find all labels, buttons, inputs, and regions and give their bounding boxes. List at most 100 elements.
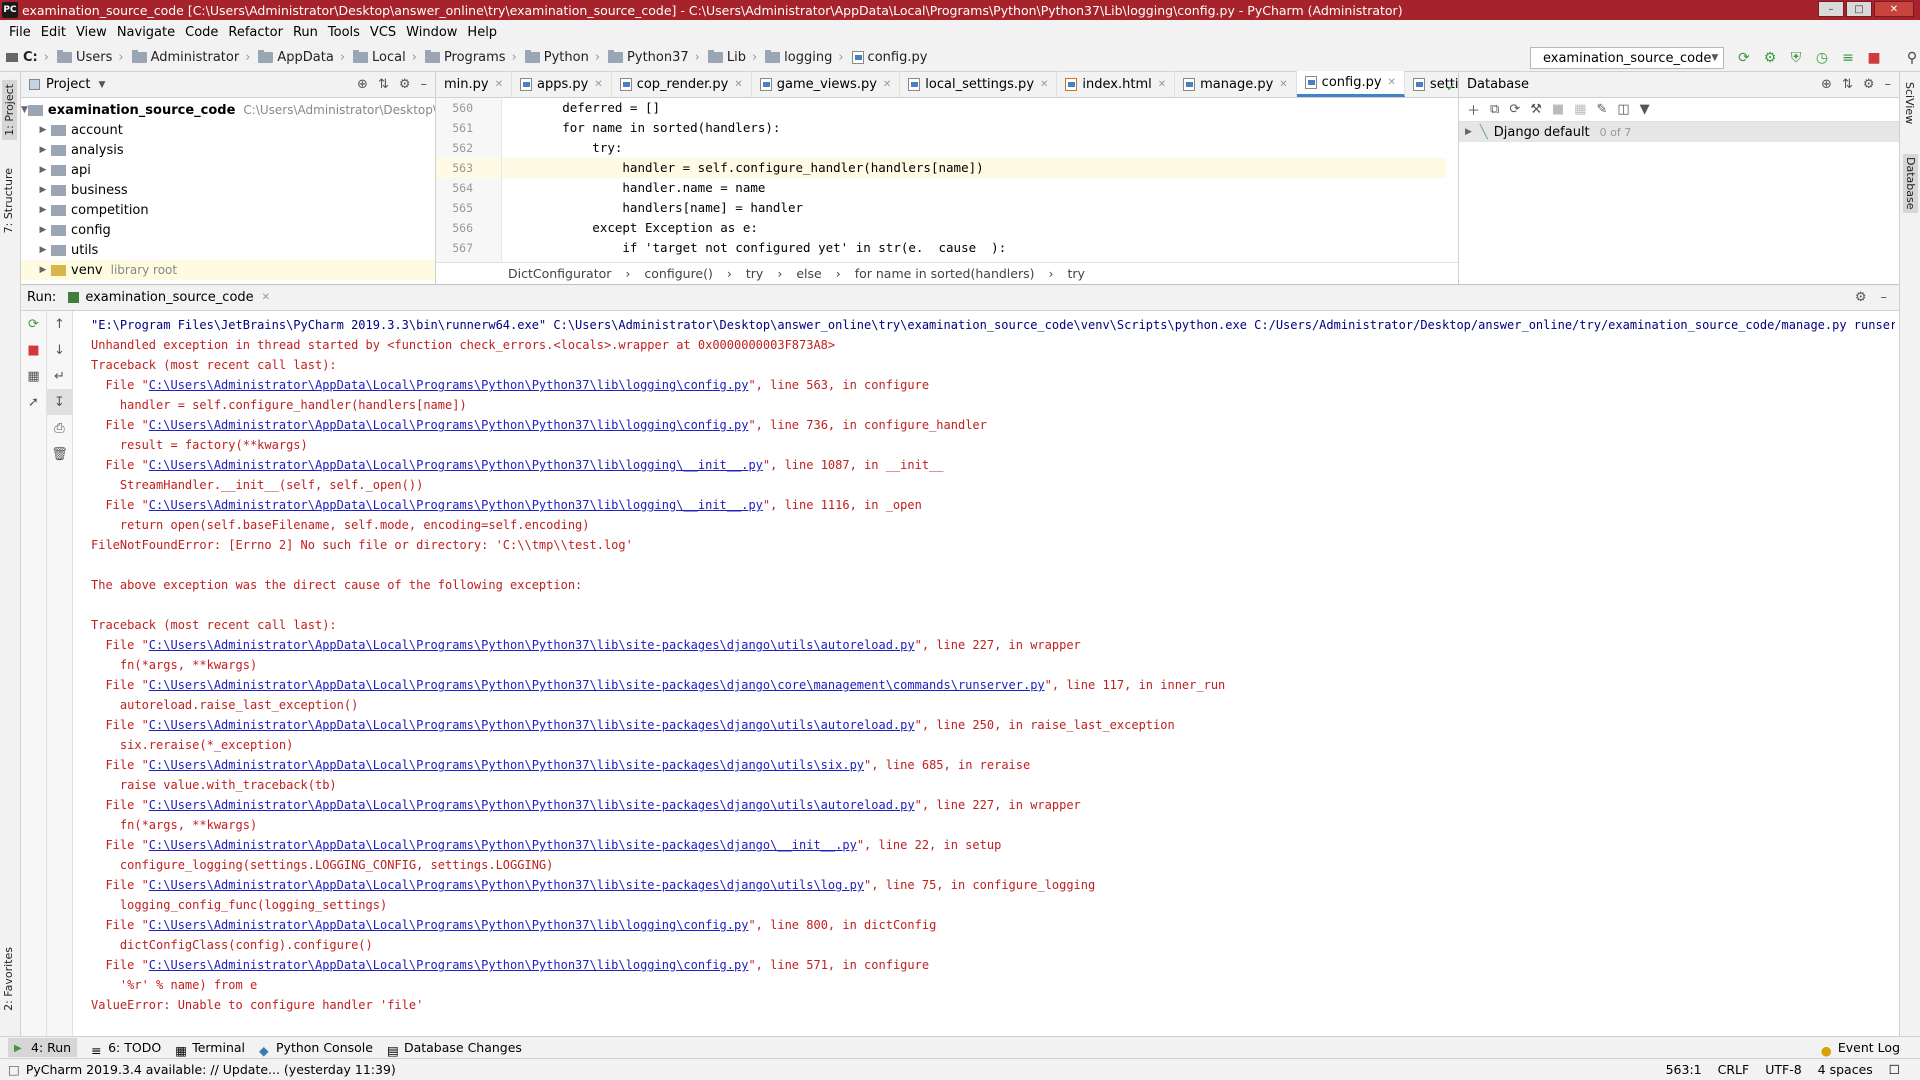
tab-local-settings-py[interactable]: local_settings.py ✕	[900, 71, 1058, 97]
file-link[interactable]: C:\Users\Administrator\AppData\Local\Pro…	[149, 878, 864, 892]
locate-icon[interactable]: ⊕	[357, 77, 368, 92]
tool-tab-run[interactable]: ▶ 4: Run	[8, 1038, 78, 1057]
tree-item-analysis[interactable]: ▶ analysis	[21, 140, 435, 160]
tree-root[interactable]: ▼ examination_source_code C:\Users\Adminis…	[21, 100, 435, 120]
close-icon[interactable]: ✕	[1279, 79, 1287, 90]
tool-tab-database[interactable]: Database	[1903, 154, 1918, 213]
editor-crumb[interactable]: for name in sorted(handlers)	[855, 266, 1035, 281]
filter-icon[interactable]: ▼	[1640, 102, 1650, 117]
run-tab[interactable]: examination_source_code ✕	[68, 290, 270, 305]
search-icon[interactable]: ⚲	[1902, 48, 1920, 68]
menu-run[interactable]: Run	[288, 25, 323, 40]
tab-game-views-py[interactable]: game_views.py ✕	[752, 71, 901, 97]
status-message[interactable]: □ PyCharm 2019.3.4 available: // Update.…	[8, 1062, 396, 1077]
copy-icon[interactable]: ⧉	[1490, 102, 1499, 117]
close-icon[interactable]: ✕	[594, 79, 602, 90]
menu-file[interactable]: File	[4, 25, 36, 40]
add-icon[interactable]: ＋	[1467, 100, 1480, 119]
menu-refactor[interactable]: Refactor	[223, 25, 288, 40]
run-configuration-select[interactable]: examination_source_code ▼	[1530, 47, 1724, 69]
tab-manage-py[interactable]: manage.py ✕	[1175, 71, 1297, 97]
project-view-select[interactable]: Project ▼	[29, 77, 105, 92]
menu-tools[interactable]: Tools	[323, 25, 365, 40]
hide-icon[interactable]: –	[421, 77, 428, 92]
editor-crumb[interactable]: DictConfigurator	[508, 266, 611, 281]
tool-tab-favorites[interactable]: 2: Favorites	[2, 947, 15, 1011]
tool-tab-database-changes[interactable]: ▤ Database Changes	[387, 1040, 522, 1058]
crumb-appdata[interactable]: AppData ›	[258, 50, 345, 65]
crumb-python37[interactable]: Python37 ›	[608, 50, 700, 65]
gear-icon[interactable]: ⚙	[1855, 290, 1867, 305]
file-link[interactable]: C:\Users\Administrator\AppData\Local\Pro…	[149, 458, 763, 472]
tool-tab-sciview[interactable]: SciView	[1903, 82, 1916, 124]
file-link[interactable]: C:\Users\Administrator\AppData\Local\Pro…	[149, 418, 749, 432]
up-arrow-icon[interactable]: ↑	[47, 311, 72, 337]
file-link[interactable]: C:\Users\Administrator\AppData\Local\Pro…	[149, 838, 857, 852]
debug-icon[interactable]: ⚙	[1760, 48, 1780, 68]
maximize-button[interactable]: □	[1846, 1, 1872, 17]
crumb-logging[interactable]: logging ›	[765, 50, 844, 65]
tree-item-account[interactable]: ▶ account	[21, 120, 435, 140]
file-link[interactable]: C:\Users\Administrator\AppData\Local\Pro…	[149, 958, 749, 972]
stop-icon[interactable]: ■	[1864, 48, 1884, 68]
close-icon[interactable]: ✕	[495, 79, 503, 90]
gear-icon[interactable]: ⚙	[1863, 77, 1875, 92]
down-arrow-icon[interactable]: ↓	[47, 337, 72, 363]
run-concurrency-icon[interactable]: ≡	[1838, 48, 1858, 68]
code-area[interactable]: deferred = [] for name in sorted(handler…	[502, 98, 1446, 262]
crumb-python[interactable]: Python ›	[524, 50, 600, 65]
tab-cop-render-py[interactable]: cop_render.py ✕	[612, 71, 752, 97]
crumb-drive[interactable]: C: ›	[6, 50, 49, 65]
stop-icon[interactable]: ■	[21, 337, 46, 363]
menu-window[interactable]: Window	[401, 25, 462, 40]
hide-icon[interactable]: –	[1885, 77, 1892, 92]
tab-config-py[interactable]: config.py ✕	[1296, 71, 1405, 97]
file-link[interactable]: C:\Users\Administrator\AppData\Local\Pro…	[149, 918, 749, 932]
caret-position[interactable]: 563:1	[1666, 1062, 1702, 1077]
sync-icon[interactable]: ⚒	[1530, 102, 1542, 117]
tree-item-business[interactable]: ▶ business	[21, 180, 435, 200]
menu-navigate[interactable]: Navigate	[112, 25, 180, 40]
minimize-button[interactable]: –	[1818, 1, 1844, 17]
file-link[interactable]: C:\Users\Administrator\AppData\Local\Pro…	[149, 718, 915, 732]
tab-index-html[interactable]: index.html ✕	[1057, 71, 1176, 97]
gear-icon[interactable]: ⚙	[399, 77, 411, 92]
database-item-django-default[interactable]: ▶ ╲ Django default 0 of 7	[1459, 122, 1899, 142]
close-icon[interactable]: ✕	[1158, 79, 1166, 90]
close-button[interactable]: ✕	[1874, 1, 1914, 17]
close-icon[interactable]: ✕	[1388, 77, 1396, 88]
crumb-administrator[interactable]: Administrator ›	[131, 50, 250, 65]
locate-icon[interactable]: ⊕	[1821, 77, 1832, 92]
close-icon[interactable]: ✕	[883, 79, 891, 90]
crumb-programs[interactable]: Programs ›	[424, 50, 517, 65]
tab-apps-py[interactable]: apps.py ✕	[512, 71, 612, 97]
file-link[interactable]: C:\Users\Administrator\AppData\Local\Pro…	[149, 498, 763, 512]
crumb-users[interactable]: Users ›	[56, 50, 124, 65]
file-link[interactable]: C:\Users\Administrator\AppData\Local\Pro…	[149, 678, 1045, 692]
tool-tab-todo[interactable]: ≡ 6: TODO	[91, 1040, 161, 1058]
event-log-button[interactable]: ● Event Log	[1821, 1040, 1900, 1058]
tree-item-config[interactable]: ▶ config	[21, 220, 435, 240]
menu-vcs[interactable]: VCS	[365, 25, 401, 40]
tree-item-competition[interactable]: ▶ competition	[21, 200, 435, 220]
scroll-to-end-icon[interactable]: ↧	[47, 389, 72, 415]
tree-item-utils[interactable]: ▶ utils	[21, 240, 435, 260]
inspection-ok-icon[interactable]: ✓	[1446, 80, 1456, 94]
edit-icon[interactable]: ✎	[1596, 102, 1607, 117]
table-icon[interactable]: ▦	[1574, 102, 1586, 117]
lock-icon[interactable]: ☐	[1889, 1062, 1900, 1077]
trash-icon[interactable]: 🗑	[47, 441, 72, 467]
print-icon[interactable]: ⎙	[47, 415, 72, 441]
tool-tab-structure[interactable]: 7: Structure	[2, 168, 15, 233]
tool-tab-terminal[interactable]: ▦ Terminal	[175, 1040, 245, 1058]
file-link[interactable]: C:\Users\Administrator\AppData\Local\Pro…	[149, 378, 749, 392]
indent-setting[interactable]: 4 spaces	[1818, 1062, 1873, 1077]
crumb-config-py[interactable]: config.py	[851, 50, 927, 65]
menu-edit[interactable]: Edit	[36, 25, 71, 40]
file-encoding[interactable]: UTF-8	[1765, 1062, 1801, 1077]
rerun-icon[interactable]: ⟳	[21, 311, 46, 337]
editor-crumb[interactable]: else	[796, 266, 821, 281]
file-link[interactable]: C:\Users\Administrator\AppData\Local\Pro…	[149, 798, 915, 812]
line-separator[interactable]: CRLF	[1718, 1062, 1750, 1077]
editor-crumb[interactable]: configure()	[644, 266, 712, 281]
